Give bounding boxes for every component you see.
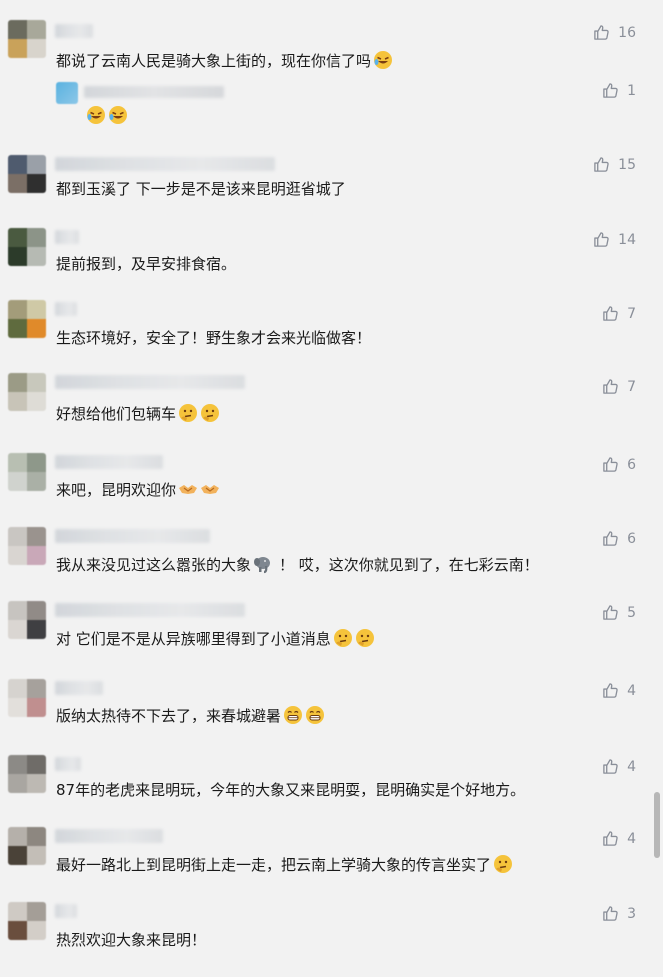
handshake-emoji [179,485,198,494]
thinking-emoji [494,855,513,873]
like-button[interactable]: 6 [602,530,636,547]
like-count: 6 [627,530,636,547]
nickname[interactable] [55,455,163,469]
avatar[interactable] [8,902,46,940]
thinking-emoji [201,404,220,422]
laugh-cry-emoji [374,51,393,69]
reply-text [84,105,623,126]
thinking-emoji [355,629,374,647]
comment-text: 87年的老虎来昆明玩，今年的大象又来昆明耍，昆明确实是个好地方。 [56,781,526,799]
avatar[interactable] [8,155,46,193]
grin-emoji [306,706,325,724]
avatar[interactable] [8,300,46,338]
comment-text: 生态环境好，安全了！野生象才会来光临做客！ [56,329,372,347]
like-button[interactable]: 7 [602,305,636,322]
comment-text: 来吧，昆明欢迎你 [56,479,623,500]
like-count: 1 [627,82,636,99]
like-button[interactable]: 15 [593,156,636,173]
comment-text: 好想给他们包辆车 [56,403,623,424]
nickname[interactable] [55,757,81,771]
avatar[interactable] [8,527,46,565]
like-button[interactable]: 7 [602,378,636,395]
nickname[interactable] [55,24,93,38]
nickname[interactable] [55,230,79,244]
like-button[interactable]: 6 [602,456,636,473]
nickname[interactable] [55,829,163,843]
like-count: 4 [627,682,636,699]
thumbs-up-icon [603,379,618,394]
avatar[interactable] [8,827,46,865]
avatar[interactable] [8,20,46,58]
thumbs-up-icon [594,232,609,247]
like-button[interactable]: 16 [593,24,636,41]
comment-text: 提前报到，及早安排食宿。 [56,255,237,273]
handshake-emoji [201,485,220,494]
thumbs-up-icon [603,759,618,774]
nickname[interactable] [55,681,103,695]
like-count: 4 [627,830,636,847]
thumbs-up-icon [594,157,609,172]
nickname[interactable] [55,302,77,316]
comment-text: 热烈欢迎大象来昆明！ [56,931,207,949]
like-count: 5 [627,604,636,621]
comment-text: 对 它们是不是从异族哪里得到了小道消息 [56,628,623,649]
scrollbar-thumb[interactable] [654,792,660,858]
like-button[interactable]: 4 [602,758,636,775]
reply-avatar[interactable] [56,82,78,104]
nickname[interactable] [55,904,77,918]
avatar[interactable] [8,755,46,793]
avatar[interactable] [8,601,46,639]
like-count: 7 [627,305,636,322]
avatar[interactable] [8,228,46,266]
grin-emoji [284,706,303,724]
like-count: 6 [627,456,636,473]
avatar[interactable] [8,453,46,491]
reply-nickname[interactable] [84,86,224,98]
like-count: 16 [618,24,636,41]
like-button[interactable]: 4 [602,830,636,847]
avatar[interactable] [8,373,46,411]
thumbs-up-icon [603,531,618,546]
nickname[interactable] [55,529,210,543]
thumbs-up-icon [603,605,618,620]
thumbs-up-icon [603,306,618,321]
thumbs-up-icon [594,25,609,40]
comment-text: 最好一路北上到昆明街上走一走，把云南上学骑大象的传言坐实了 [56,854,623,875]
laugh-cry-emoji [87,106,105,124]
like-count: 14 [618,231,636,248]
like-count: 7 [627,378,636,395]
comment-text: 版纳太热待不下去了，来春城避暑 [56,705,623,726]
nickname[interactable] [55,603,245,617]
like-button[interactable]: 3 [602,905,636,922]
laugh-cry-emoji [109,106,127,124]
thinking-emoji [179,404,198,422]
like-button[interactable]: 4 [602,682,636,699]
like-count: 15 [618,156,636,173]
avatar[interactable] [8,679,46,717]
thumbs-up-icon [603,683,618,698]
like-button[interactable]: 14 [593,231,636,248]
thinking-emoji [333,629,352,647]
thumbs-up-icon [603,906,618,921]
like-button[interactable]: 5 [602,604,636,621]
thumbs-up-icon [603,831,618,846]
thumbs-up-icon [603,83,618,98]
nickname[interactable] [55,375,245,389]
elephant-emoji [254,557,271,574]
thumbs-up-icon [603,457,618,472]
comment-text: 都说了云南人民是骑大象上街的，现在你信了吗 [56,50,623,71]
nickname[interactable] [55,157,275,171]
like-count: 4 [627,758,636,775]
like-button[interactable]: 1 [602,82,636,99]
comment-text: 都到玉溪了 下一步是不是该来昆明逛省城了 [56,180,346,198]
like-count: 3 [627,905,636,922]
comment-text: 我从来没见过这么嚣张的大象！ 哎，这次你就见到了，在七彩云南！ [56,556,539,574]
